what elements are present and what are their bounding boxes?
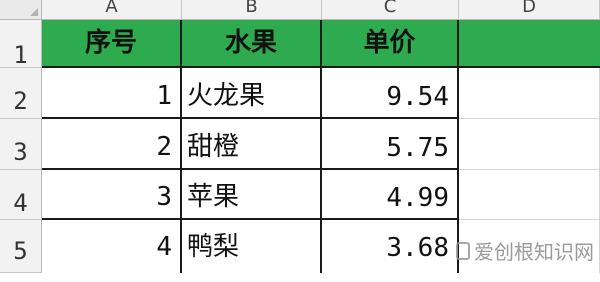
cell-a3[interactable]: 2: [42, 119, 182, 170]
cell-b1[interactable]: 水果: [182, 20, 322, 68]
column-header-b[interactable]: B: [182, 0, 322, 20]
cell-b3[interactable]: 甜橙: [182, 119, 322, 170]
cell-c4[interactable]: 4.99: [322, 170, 459, 220]
row-header-2[interactable]: 2: [0, 68, 42, 119]
row-header-5[interactable]: 5: [0, 220, 42, 273]
cell-a2[interactable]: 1: [42, 68, 182, 119]
cell-c5[interactable]: 3.68: [322, 220, 459, 273]
cell-a4[interactable]: 3: [42, 170, 182, 220]
cell-a1[interactable]: 序号: [42, 20, 182, 68]
column-header-c[interactable]: C: [322, 0, 459, 20]
cell-d1[interactable]: [459, 20, 600, 68]
cell-b2[interactable]: 火龙果: [182, 68, 322, 119]
column-header-d[interactable]: D: [459, 0, 600, 20]
cell-d2[interactable]: [459, 68, 600, 119]
cell-d4[interactable]: [459, 170, 600, 220]
cell-a5[interactable]: 4: [42, 220, 182, 273]
cell-b5[interactable]: 鸭梨: [182, 220, 322, 273]
row-header-4[interactable]: 4: [0, 170, 42, 220]
watermark-text: 爱创根知识网: [474, 240, 594, 264]
watermark-logo-icon: [456, 241, 470, 260]
cell-c2[interactable]: 9.54: [322, 68, 459, 119]
cell-c1[interactable]: 单价: [322, 20, 459, 68]
spreadsheet-grid: A B C D 1 2 3 4 5 序号 水果 单价 1 火龙果 9.54 2 …: [0, 0, 600, 273]
cell-d3[interactable]: [459, 119, 600, 170]
select-all-corner[interactable]: [0, 0, 42, 20]
cell-b4[interactable]: 苹果: [182, 170, 322, 220]
row-header-1[interactable]: 1: [0, 20, 42, 69]
column-header-a[interactable]: A: [42, 0, 182, 20]
site-watermark: 爱创根知识网: [456, 236, 594, 265]
row-header-3[interactable]: 3: [0, 119, 42, 170]
cell-c3[interactable]: 5.75: [322, 119, 459, 170]
